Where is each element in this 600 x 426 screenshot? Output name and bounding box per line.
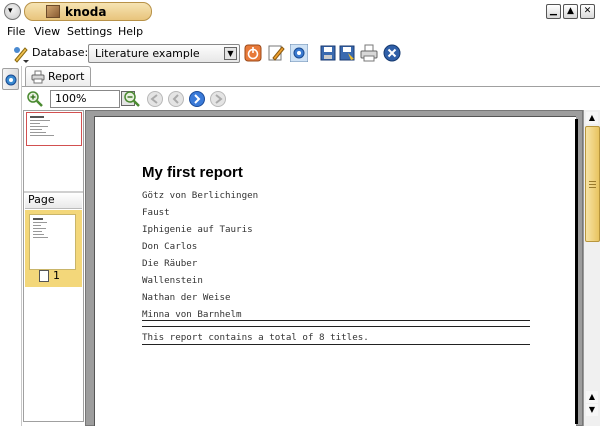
divider-line [142,344,530,345]
main-toolbar: Database: Literature example ▼ [0,41,600,66]
first-page-icon[interactable] [146,90,164,108]
title-bar: ▾ knoda ▁ ▲ ✕ [0,0,600,22]
page-overview-thumbnail[interactable] [26,112,82,146]
report-viewport: My first report Götz von Berlichingen Fa… [85,110,583,426]
report-summary: This report contains a total of 8 titles… [142,332,369,343]
chevron-down-icon[interactable]: ▼ [224,47,237,60]
menu-bar: File View Settings Help [0,23,600,41]
preview-toolbar: 100% ▼ [22,87,600,111]
tab-report[interactable]: Report [25,66,91,87]
next-page-icon[interactable] [188,90,206,108]
zoom-out-icon[interactable] [123,90,141,108]
close-icon[interactable] [383,44,401,62]
page-preview-icon [33,218,48,238]
report-row: Faust [142,207,170,218]
report-row: Die Räuber [142,258,198,269]
side-tab[interactable] [2,68,19,90]
database-select[interactable]: Literature example ▼ [88,44,240,63]
menu-view[interactable]: View [34,25,60,38]
report-row: Götz von Berlichingen [142,190,259,201]
app-icon [46,5,60,18]
vertical-scrollbar[interactable]: ▲ ▲ ▼ [583,110,600,426]
edit-icon[interactable] [267,44,285,62]
close-button[interactable]: ✕ [580,4,595,19]
zoom-value: 100% [55,92,87,105]
window-menu-button[interactable]: ▾ [4,3,21,20]
window-title: knoda [65,5,107,19]
zoom-input[interactable]: 100% [50,90,120,108]
page-column-header: Page [25,193,82,209]
divider-line [142,320,530,321]
save-icon[interactable] [319,44,337,62]
report-row: Wallenstein [142,275,203,286]
previous-page-icon[interactable] [167,90,185,108]
report-page: My first report Götz von Berlichingen Fa… [94,116,576,426]
title-pill: knoda [24,2,152,21]
report-row: Minna von Barnhelm [142,309,242,320]
grip-line [589,187,596,188]
report-row: Nathan der Weise [142,292,231,303]
report-row: Iphigenie auf Tauris [142,224,253,235]
gear-icon [5,74,17,86]
minimize-button[interactable]: ▁ [546,4,561,19]
menu-help[interactable]: Help [118,25,143,38]
grip-line [589,181,596,182]
grip-line [589,184,596,185]
menu-file[interactable]: File [7,25,25,38]
report-title: My first report [142,164,243,181]
document-icon [39,270,49,282]
database-select-value: Literature example [95,47,200,60]
scrollbar-thumb[interactable] [585,126,600,242]
scroll-down-icon[interactable]: ▼ [586,404,598,416]
database-icon[interactable] [12,45,30,63]
tab-report-label: Report [48,70,85,83]
page-number: 1 [53,269,60,282]
menu-settings[interactable]: Settings [67,25,112,38]
chevron-down-icon: ▾ [8,6,13,16]
gear-icon[interactable] [290,44,308,62]
page-list-item[interactable]: 1 [25,210,82,287]
scroll-up-icon[interactable]: ▲ [586,112,598,124]
page-thumbnail [29,214,76,270]
page-preview-icon [30,116,54,136]
print-icon[interactable] [360,44,378,62]
report-row: Don Carlos [142,241,198,252]
power-icon[interactable] [244,44,262,62]
divider-line [142,326,530,327]
last-page-icon[interactable] [209,90,227,108]
save-as-icon[interactable] [338,44,356,62]
zoom-in-icon[interactable] [26,90,44,108]
print-icon [31,70,45,84]
maximize-button[interactable]: ▲ [563,4,578,19]
scroll-up-icon[interactable]: ▲ [586,391,598,403]
side-tab-strip [0,66,22,426]
database-label: Database: [32,46,89,59]
thumbnail-pane: Page 1 [23,110,84,422]
page-shadow [575,119,578,424]
